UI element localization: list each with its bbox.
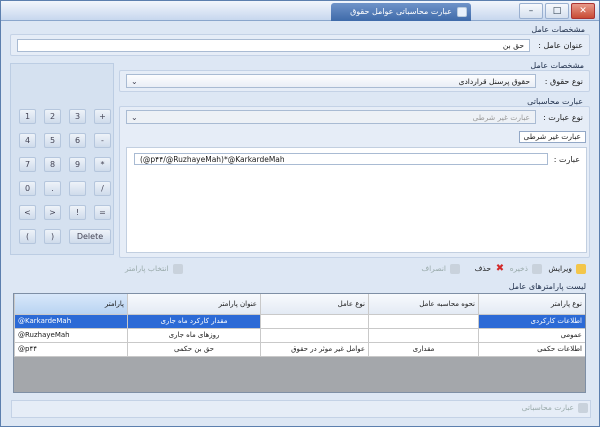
expression-label: عبارت : xyxy=(553,155,580,164)
undo-icon xyxy=(450,264,460,274)
keypad-key[interactable]: 5 xyxy=(44,133,61,148)
table-cell: @p۴۴ xyxy=(14,343,127,356)
keypad-key[interactable]: * xyxy=(94,157,111,172)
table-cell xyxy=(368,315,478,328)
keypad-key[interactable]: / xyxy=(94,181,111,196)
table-row[interactable]: @KarkardeMah مقدار کارکرد ماه جاری اطلاعات… xyxy=(14,315,585,329)
save-icon xyxy=(532,264,542,274)
window-title: عبارت محاسباتی عوامل حقوق xyxy=(350,7,452,16)
keypad-key[interactable]: 8 xyxy=(44,157,61,172)
delete-button[interactable]: ✖ حذف xyxy=(475,262,505,276)
keypad: 1 2 3 +4 5 6- 7 8 9 * 0. / < >! = () Delete xyxy=(10,63,114,255)
table-cell: عوامل غیر موثر در حقوق xyxy=(260,343,368,356)
choose-icon xyxy=(172,264,183,274)
keypad-key[interactable]: ( xyxy=(19,229,36,244)
keypad-key[interactable]: < xyxy=(19,205,36,220)
keypad-key[interactable]: ) xyxy=(44,229,61,244)
expr-type-label: نوع عبارت : xyxy=(543,113,583,122)
table-cell: @KarkardeMah xyxy=(14,315,127,328)
choose-param-button[interactable]: انتخاب پارامتر xyxy=(125,262,183,276)
table-cell: مقداری xyxy=(368,343,478,356)
table-cell: مقدار کارکرد ماه جاری xyxy=(127,315,260,328)
maximize-button[interactable]: □ xyxy=(545,3,569,19)
keypad-key[interactable]: 0 xyxy=(19,181,36,196)
table-cell: روزهای ماه جاری xyxy=(127,329,260,342)
section3-title: عبارت محاسباتی xyxy=(527,97,583,106)
main-window: ✕ □ – عبارت محاسباتی عوامل حقوق مشخصات ع… xyxy=(0,0,600,427)
footer-bar: عبارت محاسباتی xyxy=(11,400,591,418)
table-cell: اطلاعات حکمی xyxy=(478,343,585,356)
close-button[interactable]: ✕ xyxy=(571,3,595,19)
column-header[interactable]: نوع پارامتر xyxy=(478,294,585,314)
column-header[interactable]: نحوه محاسبه عامل xyxy=(368,294,478,314)
table-row[interactable]: @RuzhayeMah روزهای ماه جاری عمومی xyxy=(14,329,585,343)
keypad-key[interactable]: ! xyxy=(69,205,86,220)
pencil-icon xyxy=(576,264,586,274)
keypad-key[interactable]: = xyxy=(94,205,111,220)
expression-icon xyxy=(578,403,588,413)
edit-button[interactable]: ویرایش xyxy=(548,262,586,276)
chevron-down-icon: ⌄ xyxy=(131,113,138,122)
title-bar: ✕ □ – عبارت محاسباتی عوامل حقوق xyxy=(1,1,599,21)
params-grid: پارامتر عنوان پارامتر نوع عامل نحوه محاسبه … xyxy=(13,293,586,393)
keypad-key[interactable]: 7 xyxy=(19,157,36,172)
chevron-down-icon: ⌄ xyxy=(131,77,138,86)
column-header[interactable]: پارامتر xyxy=(14,294,127,314)
table-cell xyxy=(260,315,368,328)
window-icon xyxy=(457,7,467,17)
section2-title: مشخصات عامل xyxy=(530,61,584,70)
keypad-key[interactable]: 2 xyxy=(44,109,61,124)
table-cell: @RuzhayeMah xyxy=(14,329,127,342)
expression-button[interactable]: عبارت محاسباتی xyxy=(522,401,588,415)
factor-title-label: عنوان عامل : xyxy=(538,41,583,50)
editor-toolbar: ویرایش ذخیره ✖ حذف انصراف انتخاب پارامتر xyxy=(119,262,590,276)
delete-x-icon: ✖ xyxy=(495,263,505,274)
expr-type-value: عبارت غیر شرطی xyxy=(472,113,530,122)
keypad-key[interactable]: + xyxy=(94,109,111,124)
salary-type-label: نوع حقوق : xyxy=(544,77,583,86)
table-row[interactable]: @p۴۴ حق بن حکمی عوامل غیر موثر در حقوق مقدا… xyxy=(14,343,585,357)
keypad-key[interactable]: 6 xyxy=(69,133,86,148)
column-header[interactable]: عنوان پارامتر xyxy=(127,294,260,314)
keypad-key[interactable]: 4 xyxy=(19,133,36,148)
keypad-key[interactable]: - xyxy=(94,133,111,148)
table-cell: عمومی xyxy=(478,329,585,342)
keypad-key[interactable]: . xyxy=(44,181,61,196)
params-title: لیست پارامترهای عامل xyxy=(508,282,586,291)
keypad-key[interactable]: 9 xyxy=(69,157,86,172)
expr-type-tab[interactable]: عبارت غیر شرطی xyxy=(518,131,586,143)
save-button[interactable]: ذخیره xyxy=(510,262,542,276)
column-header[interactable]: نوع عامل xyxy=(260,294,368,314)
keypad-key[interactable]: Delete xyxy=(69,229,111,244)
expr-type-select[interactable]: عبارت غیر شرطی ⌄ xyxy=(126,110,536,124)
keypad-key[interactable] xyxy=(69,181,86,196)
keypad-key[interactable]: 1 xyxy=(19,109,36,124)
cancel-button[interactable]: انصراف xyxy=(421,262,460,276)
factor-title-input[interactable]: حق بن xyxy=(17,39,530,52)
minimize-button[interactable]: – xyxy=(519,3,543,19)
keypad-key[interactable]: 3 xyxy=(69,109,86,124)
table-cell: اطلاعات کارکردی xyxy=(478,315,585,328)
salary-type-value: حقوق پرسنل قراردادی xyxy=(458,77,530,86)
table-cell xyxy=(260,329,368,342)
expression-input[interactable]: (@p۴۴/@RuzhayeMah)*@KarkardeMah xyxy=(134,153,548,165)
keypad-key[interactable]: > xyxy=(44,205,61,220)
table-cell xyxy=(368,329,478,342)
grid-header: پارامتر عنوان پارامتر نوع عامل نحوه محاسبه … xyxy=(14,294,585,315)
salary-type-select[interactable]: حقوق پرسنل قراردادی ⌄ xyxy=(126,74,536,88)
section1-title: مشخصات عامل xyxy=(531,25,585,34)
table-cell: حق بن حکمی xyxy=(127,343,260,356)
window-tab[interactable]: عبارت محاسباتی عوامل حقوق xyxy=(331,3,471,21)
